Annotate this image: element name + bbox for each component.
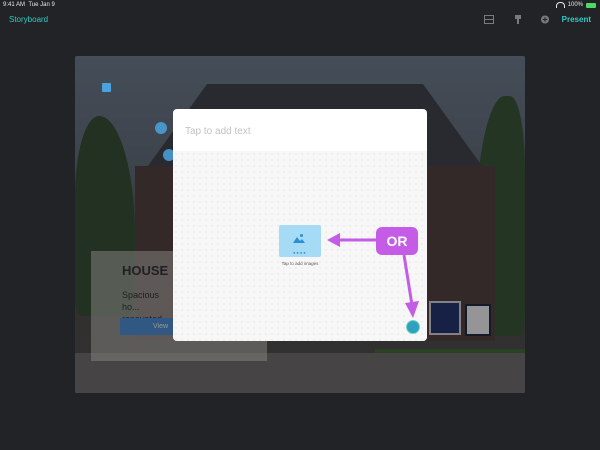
status-right: 100%	[555, 0, 596, 10]
image-icon	[293, 234, 305, 243]
status-time: 9:41 AM	[3, 2, 26, 8]
wifi-icon	[555, 2, 565, 8]
add-content-modal: Tap to add text ●●●● Tap to add images	[173, 109, 427, 341]
add-images-caption: Tap to add images	[281, 261, 319, 266]
status-date: Tue Jan 9	[28, 2, 55, 8]
battery-icon	[586, 2, 596, 8]
resize-icon[interactable]	[102, 83, 111, 92]
add-text-placeholder[interactable]: Tap to add text	[185, 126, 251, 137]
status-bar: 9:41 AM Tue Jan 9 100%	[0, 0, 600, 10]
text-input-area[interactable]: Tap to add text	[173, 109, 427, 152]
add-image-tile[interactable]: ●●●●	[279, 225, 321, 257]
paint-brush-icon[interactable]	[513, 15, 523, 24]
add-icon[interactable]	[540, 15, 550, 24]
page-dots-icon: ●●●●	[293, 250, 307, 255]
top-nav-bar: Storyboard Present	[0, 10, 600, 30]
storyboard-button[interactable]: Storyboard	[9, 15, 48, 24]
or-annotation-badge: OR	[376, 227, 418, 255]
edit-layer-icon[interactable]	[155, 122, 167, 134]
add-element-button[interactable]	[406, 320, 420, 334]
battery-percent: 100%	[567, 2, 583, 8]
status-time-date: 9:41 AM Tue Jan 9	[3, 0, 55, 10]
present-button[interactable]: Present	[562, 15, 591, 24]
layout-icon[interactable]	[484, 15, 494, 24]
